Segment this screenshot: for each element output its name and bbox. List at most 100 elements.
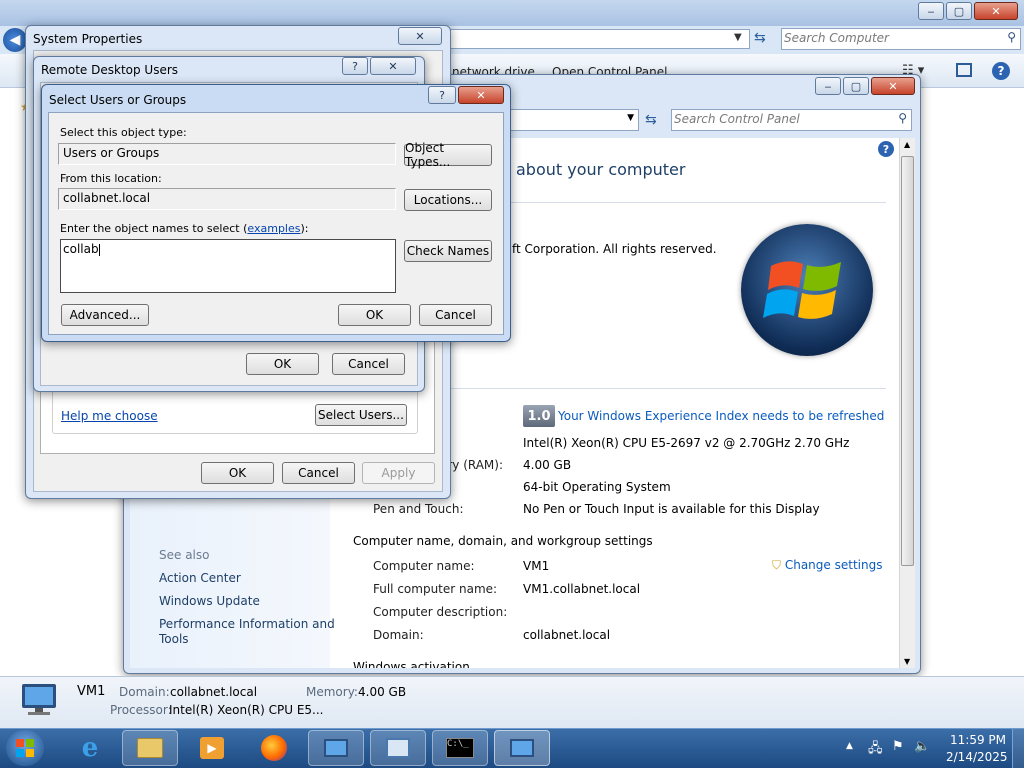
examples-link[interactable]: examples xyxy=(247,222,300,235)
see-also-performance-tools[interactable]: Tools xyxy=(159,632,189,646)
folder-icon xyxy=(137,738,163,758)
su-ok-button[interactable]: OK xyxy=(338,304,411,326)
rdu-cancel-button[interactable]: Cancel xyxy=(332,353,405,375)
scroll-up-icon[interactable]: ▲ xyxy=(904,140,910,149)
see-also-action-center[interactable]: Action Center xyxy=(159,571,241,585)
media-player-icon: ▶ xyxy=(200,737,224,759)
see-also-performance[interactable]: Performance Information and xyxy=(159,617,335,631)
change-settings-link[interactable]: ⛉ Change settings xyxy=(772,558,882,573)
command-prompt-icon: C:\_ xyxy=(446,738,474,758)
object-names-label-suffix: ): xyxy=(300,222,309,235)
taskbar-ie-icon[interactable]: e xyxy=(62,730,118,766)
details-pane xyxy=(0,676,1024,728)
pen-touch-value: No Pen or Touch Input is available for t… xyxy=(523,502,820,516)
su-help-button[interactable]: ? xyxy=(428,86,456,104)
cp-refresh-icon[interactable]: ⇆ xyxy=(645,112,657,128)
cp-address-bar[interactable]: ▼ xyxy=(505,109,639,131)
help-me-choose-link[interactable]: Help me choose xyxy=(61,409,158,423)
sysprop-close-button[interactable]: ✕ xyxy=(398,27,442,45)
explorer-search-box[interactable]: Search Computer ⚲ xyxy=(781,28,1021,50)
see-also-windows-update[interactable]: Windows Update xyxy=(159,594,260,608)
cp-help-icon[interactable]: ? xyxy=(878,141,894,157)
scroll-thumb[interactable] xyxy=(901,156,914,566)
details-memory-value: 4.00 GB xyxy=(358,685,407,699)
taskbar-cmd-icon[interactable]: C:\_ xyxy=(432,730,488,766)
tray-network-icon[interactable]: 🖧 xyxy=(868,739,883,761)
computer-icon xyxy=(18,682,60,718)
taskbar-firefox-icon[interactable] xyxy=(246,730,302,766)
rdu-ok-button[interactable]: OK xyxy=(246,353,319,375)
rdu-close-button[interactable]: ✕ xyxy=(370,57,416,75)
location-value: collabnet.local xyxy=(63,191,151,205)
taskbar-system-icon[interactable] xyxy=(308,730,364,766)
sysprop-ok-button[interactable]: OK xyxy=(201,462,274,484)
show-desktop-button[interactable] xyxy=(1012,729,1024,768)
taskbar-time[interactable]: 11:59 PM xyxy=(950,733,1006,747)
description-label: Computer description: xyxy=(373,605,508,619)
object-names-input[interactable]: collab xyxy=(60,239,396,293)
explorer-address-bar[interactable] xyxy=(450,29,750,49)
see-also-heading: See also xyxy=(159,548,210,562)
refresh-icon[interactable]: ⇆ xyxy=(754,30,766,46)
control-panel-icon xyxy=(386,738,410,758)
domain-value: collabnet.local xyxy=(523,628,611,642)
cp-scrollbar[interactable]: ▲ ▼ xyxy=(899,138,915,668)
activation-heading-cut: Windows activation xyxy=(353,660,470,668)
details-domain-label: Domain: xyxy=(119,685,170,699)
check-names-button[interactable]: Check Names xyxy=(404,240,492,262)
sysprop-cancel-button[interactable]: Cancel xyxy=(282,462,355,484)
scroll-down-icon[interactable]: ▼ xyxy=(904,657,910,666)
cp-search-box[interactable]: Search Control Panel ⚲ xyxy=(671,109,912,131)
taskbar-control-panel-icon[interactable] xyxy=(370,730,426,766)
help-icon[interactable]: ? xyxy=(992,62,1010,80)
cp-heading: about your computer xyxy=(516,160,686,179)
object-names-label: Enter the object names to select (exampl… xyxy=(60,222,308,235)
locations-button[interactable]: Locations... xyxy=(404,189,492,211)
rating-badge[interactable]: 1.0 xyxy=(523,405,555,427)
taskbar-explorer-icon[interactable] xyxy=(122,730,178,766)
sysprop-apply-button[interactable]: Apply xyxy=(362,462,435,484)
explorer-maximize-button[interactable]: ▢ xyxy=(946,2,972,20)
cp-maximize-button[interactable]: ▢ xyxy=(843,77,869,95)
internet-explorer-icon: e xyxy=(81,733,99,763)
search-icon: ⚲ xyxy=(898,111,907,125)
address-dropdown-icon[interactable]: ▼ xyxy=(734,32,742,43)
tray-volume-icon[interactable]: 🔈 xyxy=(914,739,930,754)
rating-score: 1.0 xyxy=(527,408,551,424)
change-settings-label: Change settings xyxy=(784,558,883,572)
cp-close-button[interactable]: ✕ xyxy=(871,77,915,95)
firefox-icon xyxy=(261,735,287,761)
taskbar-media-player-icon[interactable]: ▶ xyxy=(184,730,240,766)
memory-value: 4.00 GB xyxy=(523,458,572,472)
su-cancel-button[interactable]: Cancel xyxy=(419,304,492,326)
object-types-button[interactable]: Object Types... xyxy=(404,141,492,169)
explorer-close-button[interactable]: ✕ xyxy=(974,2,1018,20)
cp-address-dropdown-icon[interactable]: ▼ xyxy=(627,113,634,123)
computer-name-label: Computer name: xyxy=(373,559,475,573)
full-name-value: VM1.collabnet.local xyxy=(523,582,641,596)
details-processor-value: Intel(R) Xeon(R) CPU E5... xyxy=(169,703,324,717)
start-button[interactable] xyxy=(6,730,44,766)
remote-desktop-users-title: Remote Desktop Users xyxy=(41,63,179,77)
location-label: From this location: xyxy=(60,172,162,185)
tray-show-hidden-icon[interactable]: ▲ xyxy=(846,741,853,751)
select-users-button[interactable]: Select Users... xyxy=(315,404,407,426)
rdu-help-button[interactable]: ? xyxy=(342,57,368,75)
details-computer-name: VM1 xyxy=(77,684,106,699)
preview-pane-icon[interactable] xyxy=(956,63,972,77)
text-cursor xyxy=(98,243,100,256)
cp-minimize-button[interactable]: ‒ xyxy=(815,77,841,95)
taskbar-date[interactable]: 2/14/2025 xyxy=(946,750,1008,764)
processor-value: Intel(R) Xeon(R) CPU E5-2697 v2 @ 2.70GH… xyxy=(523,436,850,450)
back-arrow-icon: ◀ xyxy=(9,32,21,48)
experience-index-link[interactable]: Your Windows Experience Index needs to b… xyxy=(558,409,884,423)
explorer-back-button[interactable]: ◀ xyxy=(3,28,27,52)
computer-name-value: VM1 xyxy=(523,559,550,573)
explorer-minimize-button[interactable]: ‒ xyxy=(918,2,944,20)
tray-action-center-icon[interactable]: ⚑ xyxy=(892,739,904,754)
taskbar-remote-users-icon[interactable] xyxy=(494,730,550,766)
system-type-value: 64-bit Operating System xyxy=(523,480,671,494)
advanced-button[interactable]: Advanced... xyxy=(61,304,149,326)
pen-touch-label: Pen and Touch: xyxy=(373,502,464,516)
su-close-button[interactable]: ✕ xyxy=(458,86,504,104)
